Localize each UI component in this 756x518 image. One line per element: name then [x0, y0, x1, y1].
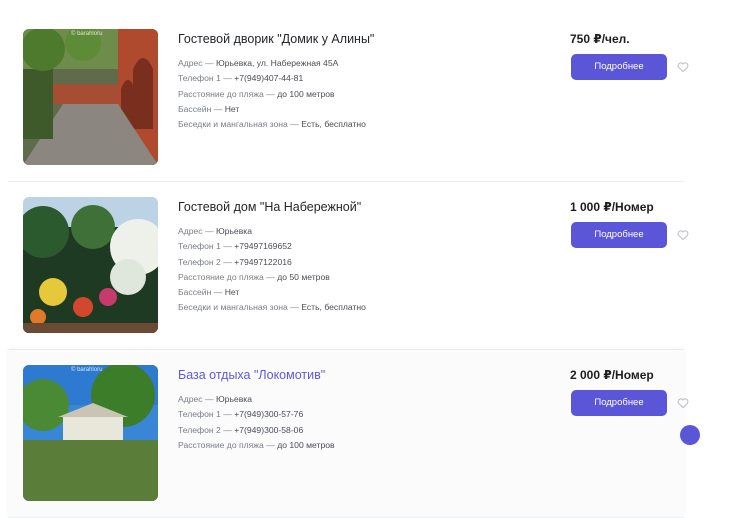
- detail-pool: Бассейн — Нет: [178, 103, 240, 114]
- listing-photo[interactable]: © barahloru: [23, 29, 158, 165]
- detail-phone-2: Телефон 2 — +7(949)300-58-06: [178, 424, 304, 435]
- detail-pool: Бассейн — Нет: [178, 287, 240, 298]
- photo-watermark: © barahloru: [71, 31, 103, 37]
- listing-details: Адрес — Юрьевка Телефон 1 — +79497169652…: [178, 224, 366, 316]
- listing-card: © barahloru База отдыха "Локомотив" Адре…: [8, 350, 689, 518]
- detail-beach-distance: Расстояние до пляжа — до 50 метров: [178, 271, 330, 282]
- listing-title[interactable]: База отдыха "Локомотив": [178, 368, 325, 382]
- photo-garden: [23, 197, 158, 333]
- detail-address: Адрес — Юрьевка, ул. Набережная 45А: [178, 58, 339, 68]
- listing-details: Адрес — Юрьевка, ул. Набережная 45А Теле…: [178, 56, 366, 132]
- details-button[interactable]: Подробнее: [571, 390, 667, 416]
- detail-bbq-area: Беседки и мангальная зона — Есть, беспла…: [178, 119, 366, 130]
- listing-title[interactable]: Гостевой дом "На Набережной": [178, 200, 361, 214]
- listing-card: Гостевой дом "На Набережной" Адрес — Юрь…: [8, 182, 689, 350]
- listing-card: © barahloru Гостевой дворик "Домик у Али…: [8, 14, 689, 182]
- detail-address: Адрес — Юрьевка: [178, 226, 252, 236]
- listing-price: 750 ₽/чел.: [570, 32, 630, 46]
- detail-phone-1: Телефон 1 — +7(949)407-44-81: [178, 73, 304, 84]
- detail-bbq-area: Беседки и мангальная зона — Есть, беспла…: [178, 302, 366, 313]
- listing-price: 2 000 ₽/Номер: [570, 368, 654, 382]
- detail-phone-1: Телефон 1 — +79497169652: [178, 241, 292, 252]
- listing-title[interactable]: Гостевой дворик "Домик у Алины": [178, 32, 374, 46]
- photo-courtyard: [23, 29, 158, 165]
- detail-beach-distance: Расстояние до пляжа — до 100 метров: [178, 88, 335, 99]
- heart-outline-icon[interactable]: [677, 397, 689, 409]
- listing-photo[interactable]: [23, 197, 158, 333]
- floating-action-button[interactable]: [680, 425, 700, 445]
- detail-phone-2: Телефон 2 — +79497122016: [178, 256, 292, 267]
- listing-price: 1 000 ₽/Номер: [570, 200, 654, 214]
- heart-outline-icon[interactable]: [677, 61, 689, 73]
- details-button[interactable]: Подробнее: [571, 222, 667, 248]
- heart-outline-icon[interactable]: [677, 229, 689, 241]
- detail-address: Адрес — Юрьевка: [178, 394, 252, 404]
- listing-photo[interactable]: © barahloru: [23, 365, 158, 501]
- details-button[interactable]: Подробнее: [571, 54, 667, 80]
- photo-resort: [23, 365, 158, 501]
- listing-details: Адрес — Юрьевка Телефон 1 — +7(949)300-5…: [178, 392, 335, 453]
- detail-phone-1: Телефон 1 — +7(949)300-57-76: [178, 409, 304, 420]
- photo-watermark: © barahloru: [71, 367, 103, 373]
